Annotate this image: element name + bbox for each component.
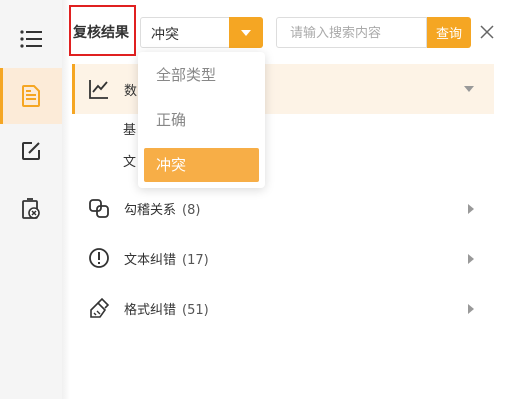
sidebar-item-clipboard[interactable]	[0, 184, 62, 234]
select-value: 冲突	[151, 27, 179, 43]
link-squares-icon	[89, 199, 109, 218]
list-item-count: (8)	[182, 203, 201, 218]
list-item-label: 格式纠错	[124, 303, 177, 318]
caret-right-icon	[468, 304, 474, 314]
sidebar-item-edit[interactable]	[0, 126, 62, 176]
sidebar-item-list[interactable]	[0, 14, 62, 64]
caret-down-icon	[241, 29, 251, 36]
list-item-text-correction[interactable]: 文本纠错 (17)	[72, 233, 494, 283]
list-item-data[interactable]: 数	[72, 64, 494, 114]
sidebar-shadow	[62, 0, 70, 399]
filter-label: 复核结果	[73, 25, 129, 41]
chart-line-icon	[89, 80, 108, 99]
caret-right-icon	[468, 204, 474, 214]
sub-item[interactable]: 文	[123, 151, 136, 170]
clipboard-x-icon	[22, 198, 40, 219]
list-icon	[20, 30, 42, 48]
caret-down-icon	[464, 86, 474, 92]
list-item-label: 勾稽关系	[124, 203, 177, 218]
select-arrow-button[interactable]	[229, 17, 263, 48]
list-item-label: 文本纠错	[124, 253, 177, 268]
brush-icon	[90, 297, 110, 318]
result-type-select[interactable]: 冲突	[140, 17, 263, 48]
caret-right-icon	[468, 254, 474, 264]
edit-icon	[22, 142, 40, 160]
sub-item[interactable]: 基	[123, 119, 136, 138]
list-item-count: (51)	[182, 303, 209, 318]
sidebar-item-document[interactable]	[0, 68, 62, 124]
dropdown-option-correct[interactable]: 正确	[144, 103, 259, 137]
dropdown-option-conflict[interactable]: 冲突	[144, 148, 259, 182]
document-icon	[22, 85, 40, 107]
alert-circle-icon	[89, 248, 109, 268]
list-item-crosscheck[interactable]: 勾稽关系 (8)	[72, 183, 494, 233]
close-icon	[480, 25, 494, 39]
dropdown-option-all[interactable]: 全部类型	[144, 58, 259, 92]
list-item-count: (17)	[182, 253, 209, 268]
query-button[interactable]: 查询	[427, 17, 471, 48]
close-button[interactable]	[480, 24, 498, 42]
list-item-label: 数	[124, 84, 138, 99]
list-item-format-correction[interactable]: 格式纠错 (51)	[72, 283, 494, 333]
result-type-dropdown: 全部类型 正确 冲突	[138, 52, 265, 188]
sidebar	[0, 0, 62, 399]
search-input[interactable]	[276, 17, 427, 48]
